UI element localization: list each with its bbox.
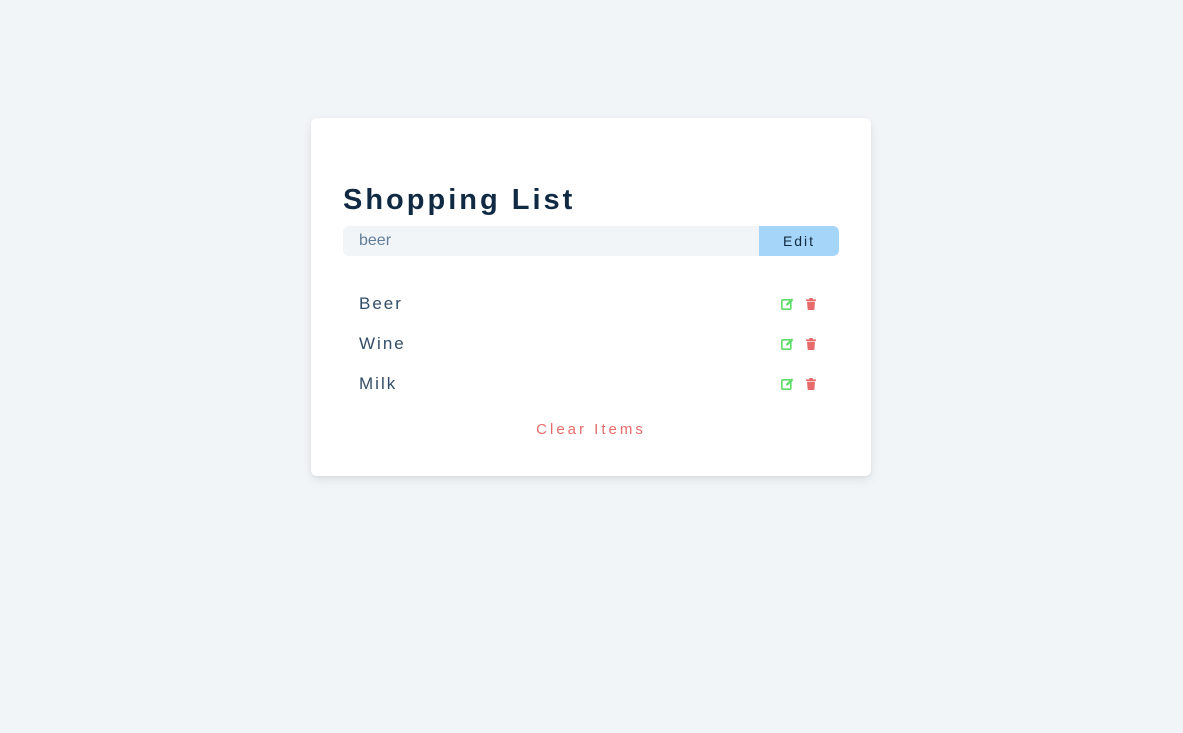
item-actions [779, 376, 823, 392]
delete-item-button[interactable] [803, 336, 819, 352]
edit-item-button[interactable] [779, 376, 795, 392]
item-title: Beer [359, 294, 403, 313]
grocery-list: Beer Wine Milk [343, 284, 839, 404]
edit-submit-button[interactable]: Edit [759, 226, 839, 256]
edit-item-button[interactable] [779, 296, 795, 312]
edit-icon [780, 298, 793, 310]
item-title: Milk [359, 374, 398, 393]
clear-items-button[interactable]: Clear Items [311, 420, 871, 440]
trash-icon [806, 338, 816, 350]
grocery-form: Edit [343, 226, 839, 256]
delete-item-button[interactable] [803, 376, 819, 392]
trash-icon [806, 298, 816, 310]
grocery-card: Shopping List Edit Beer [311, 118, 871, 476]
edit-item-button[interactable] [779, 336, 795, 352]
list-item: Beer [343, 284, 839, 324]
item-actions [779, 296, 823, 312]
edit-icon [780, 338, 793, 350]
item-actions [779, 336, 823, 352]
item-title: Wine [359, 334, 406, 353]
trash-icon [806, 378, 816, 390]
page-title: Shopping List [343, 184, 576, 216]
list-item: Milk [343, 364, 839, 404]
list-item: Wine [343, 324, 839, 364]
item-input[interactable] [343, 226, 759, 256]
delete-item-button[interactable] [803, 296, 819, 312]
edit-icon [780, 378, 793, 390]
